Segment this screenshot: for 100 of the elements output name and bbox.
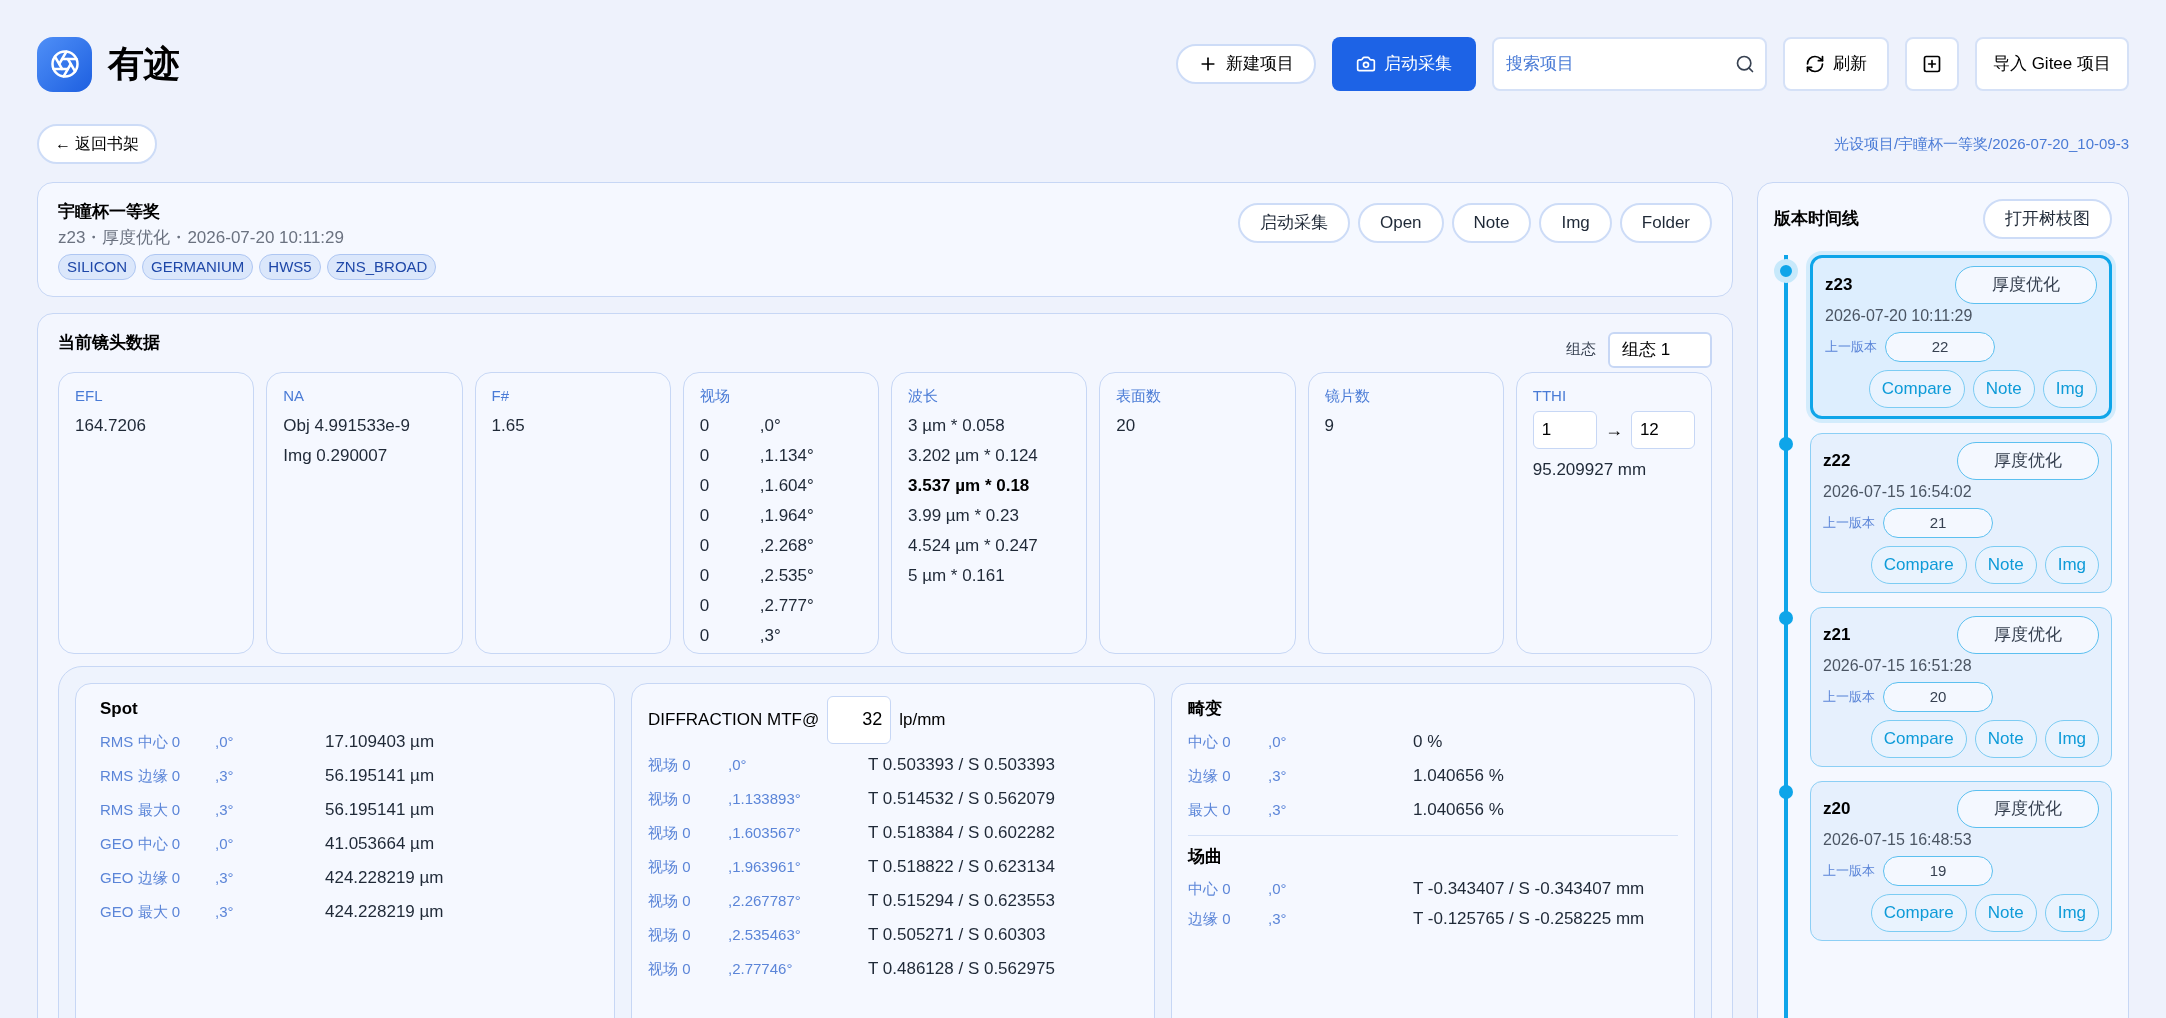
search-field[interactable]: 搜索项目 <box>1491 37 1767 91</box>
field-angle: ,1.604° <box>759 475 814 497</box>
open-tree-button[interactable]: 打开树枝图 <box>1983 199 2112 239</box>
prev-version-label: 上一版本 <box>1823 514 1875 533</box>
field-x: 0 <box>699 595 711 617</box>
version-tag: 厚度优化 <box>1957 442 2099 480</box>
tthi-value: 95.209927 mm <box>1532 459 1648 481</box>
add-square-button[interactable] <box>1904 37 1959 91</box>
project-action-button[interactable]: Folder <box>1619 203 1712 243</box>
wavelength-value: 3.202 µm * 0.124 <box>908 445 1039 467</box>
version-tag: 厚度优化 <box>1955 266 2097 304</box>
row-label: GEO 最大 0 <box>100 902 182 922</box>
row-value: T 0.515294 / S 0.623553 <box>868 889 1055 912</box>
version-name: z22 <box>1823 450 1851 473</box>
search-icon <box>1734 54 1755 74</box>
back-button[interactable]: ← 返回书架 <box>37 124 158 164</box>
row-label: 视场 0 <box>648 788 692 809</box>
row-value: 0 % <box>1413 731 1443 753</box>
row-label: GEO 边缘 0 <box>100 868 182 888</box>
arrow-text: → <box>1604 418 1623 442</box>
refresh-button[interactable]: 刷新 <box>1782 37 1889 91</box>
metric-value: 1.65 <box>491 415 526 437</box>
row-value: 56.195141 µm <box>325 799 435 821</box>
row-value: T 0.518822 / S 0.623134 <box>868 855 1055 878</box>
app-title: 有迹 <box>108 42 180 86</box>
row-angle: ,3° <box>215 868 235 888</box>
row-angle: ,3° <box>215 766 235 786</box>
project-action-button[interactable]: Note <box>1451 203 1532 243</box>
version-name: z23 <box>1825 274 1853 297</box>
metric-label: 表面数 <box>1116 385 1163 406</box>
row-angle: ,2.535463° <box>728 924 802 945</box>
prev-version-field: 20 <box>1883 682 1993 712</box>
row-value: 56.195141 µm <box>325 765 435 787</box>
version-tag: 厚度优化 <box>1957 616 2099 654</box>
project-action-button[interactable]: Open <box>1357 203 1444 243</box>
metric-value: Img 0.290007 <box>283 445 389 467</box>
row-value: 17.109403 µm <box>325 731 435 753</box>
row-label: 视场 0 <box>648 856 692 877</box>
version-time: 2026-07-20 10:11:29 <box>1825 306 1974 326</box>
row-angle: ,0° <box>215 732 235 752</box>
row-angle: ,3° <box>1268 908 1288 929</box>
row-angle: ,2.267787° <box>728 890 802 911</box>
project-action-button[interactable]: Img <box>1539 203 1612 243</box>
row-label: RMS 最大 0 <box>100 800 181 820</box>
start-capture-button[interactable]: 启动采集 <box>1331 37 1476 91</box>
field-x: 0 <box>699 505 711 527</box>
field-angle: ,2.777° <box>759 595 814 617</box>
metric-value: 9 <box>1324 415 1335 437</box>
import-button[interactable]: 导入 Gitee 项目 <box>1974 37 2129 91</box>
section-title: 当前镜头数据 <box>58 332 160 354</box>
field-angle: ,3° <box>759 625 781 647</box>
row-angle: ,0° <box>728 754 748 775</box>
prev-version-label: 上一版本 <box>1823 862 1875 881</box>
project-action-button[interactable]: 启动采集 <box>1237 203 1350 243</box>
row-angle: ,0° <box>1268 878 1288 899</box>
metric-label: EFL <box>75 385 104 406</box>
row-label: 最大 0 <box>1188 800 1232 820</box>
field-angle: ,1.964° <box>759 505 814 527</box>
version-name: z21 <box>1823 624 1851 647</box>
version-name: z20 <box>1823 798 1851 821</box>
row-label: 边缘 0 <box>1188 908 1232 929</box>
field-x: 0 <box>699 565 711 587</box>
surface-from-field[interactable]: 1 <box>1532 411 1597 449</box>
prev-version-label: 上一版本 <box>1825 338 1877 357</box>
row-value: T 0.518384 / S 0.602282 <box>868 821 1055 844</box>
row-angle: ,1.963961° <box>728 856 802 877</box>
frequency-field[interactable]: 32 <box>827 695 892 744</box>
project-name: 宇瞳杯一等奖 <box>58 201 161 223</box>
row-angle: ,1.603567° <box>728 822 802 843</box>
row-label: RMS 边缘 0 <box>100 766 181 786</box>
row-label: 中心 0 <box>1188 732 1232 752</box>
new-project-button[interactable]: 新建项目 <box>1175 44 1316 84</box>
breadcrumb: 光设项目/宇瞳杯一等奖/2026-07-20_10-09-3 <box>1833 133 2129 154</box>
field-angle: ,1.134° <box>759 445 814 467</box>
row-value: 41.053664 µm <box>325 833 435 855</box>
app-logo-icon <box>37 36 92 92</box>
metric-label: F# <box>491 385 510 406</box>
field-angle: ,2.268° <box>759 535 814 557</box>
row-label: RMS 中心 0 <box>100 732 181 752</box>
row-angle: ,3° <box>215 902 235 922</box>
config-select[interactable]: 组态 1 <box>1608 331 1712 368</box>
material-tag: HWS5 <box>259 254 321 280</box>
row-label: 视场 0 <box>648 890 692 911</box>
config-label: 组态 <box>1566 339 1596 360</box>
surface-to-field[interactable]: 12 <box>1630 411 1695 449</box>
add-square-icon <box>1921 54 1942 74</box>
panel-title: Spot <box>100 697 139 720</box>
field-x: 0 <box>699 415 711 437</box>
prev-version-field: 22 <box>1885 332 1995 362</box>
row-label: 视场 0 <box>648 958 692 979</box>
version-time: 2026-07-15 16:48:53 <box>1823 830 1973 850</box>
panel-title: 版本时间线 <box>1774 208 1859 231</box>
row-angle: ,3° <box>1268 800 1288 820</box>
prev-version-label: 上一版本 <box>1823 688 1875 707</box>
row-label: 边缘 0 <box>1188 766 1232 786</box>
field-angle: ,0° <box>759 415 781 437</box>
field-x: 0 <box>699 535 711 557</box>
prev-version-field: 21 <box>1883 508 1993 538</box>
row-value: 424.228219 µm <box>325 867 444 889</box>
metric-label: 视场 <box>699 385 731 406</box>
